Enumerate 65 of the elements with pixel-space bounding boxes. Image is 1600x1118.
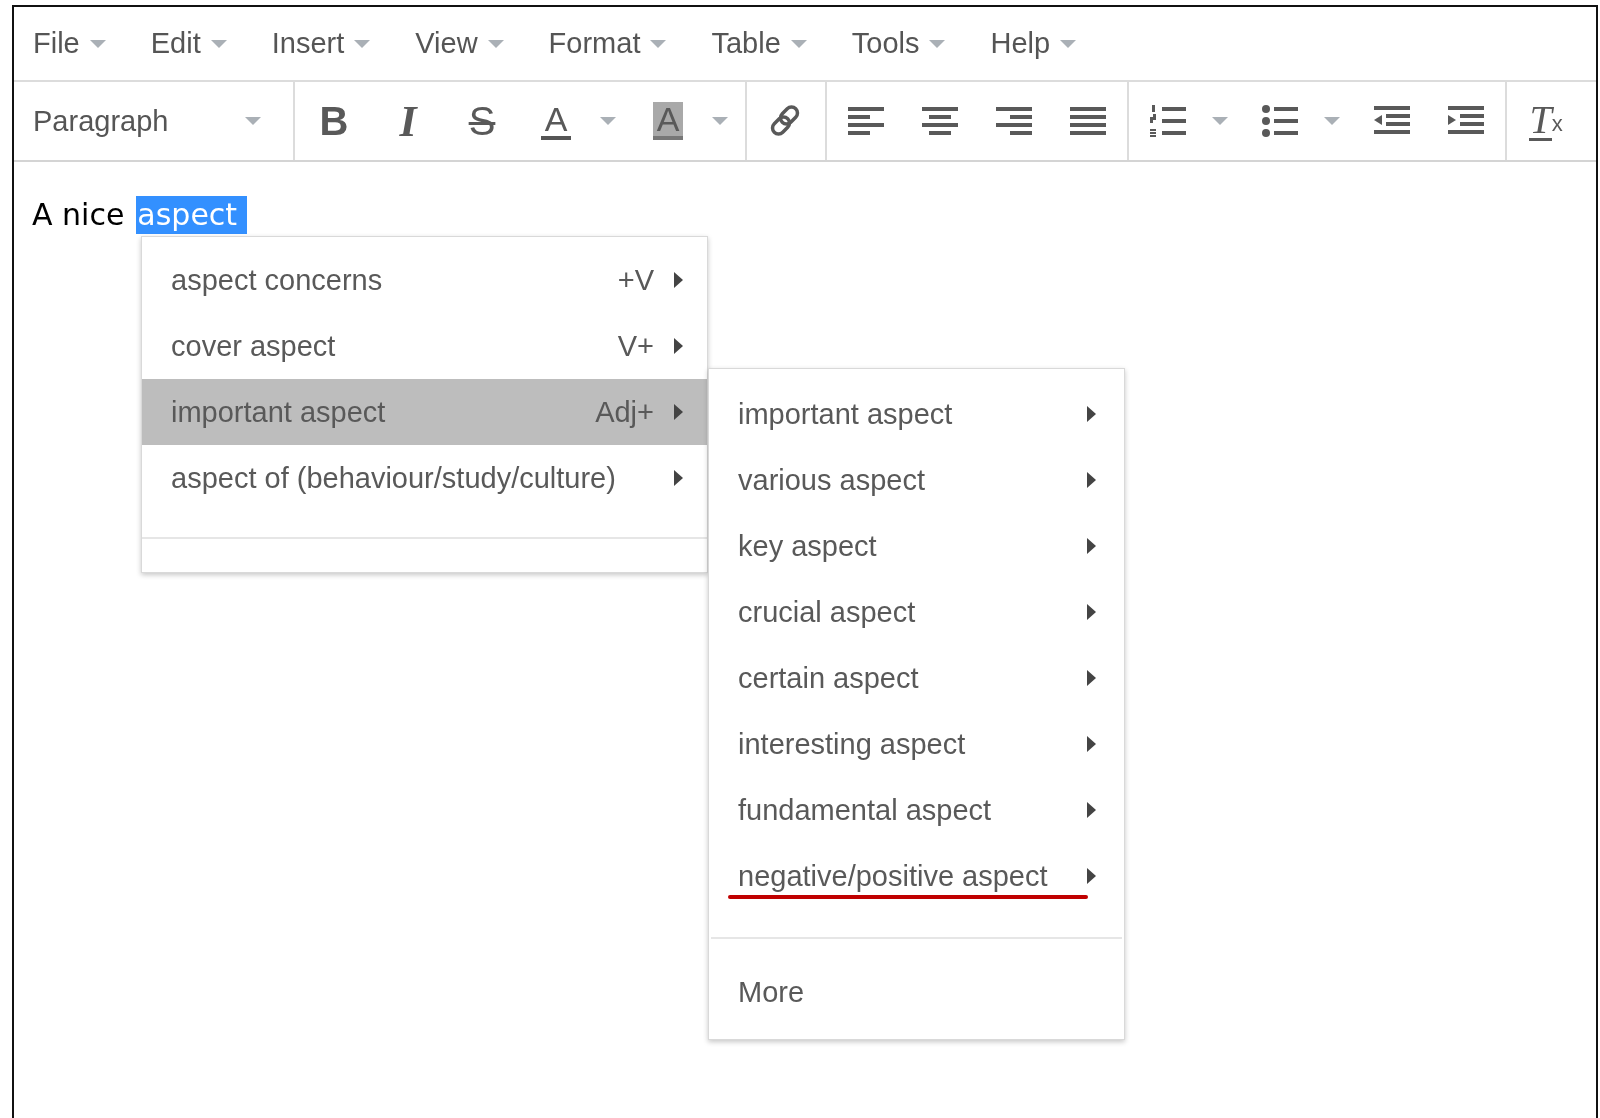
caret-icon — [1087, 736, 1096, 752]
menu-item[interactable]: negative/positive aspect — [709, 843, 1124, 909]
clear-formatting-button[interactable]: Tx — [1509, 91, 1583, 151]
strikethrough-button[interactable]: S — [445, 91, 519, 151]
menu-item[interactable]: important aspect — [709, 381, 1124, 447]
caret-icon — [1324, 117, 1340, 125]
menu-item[interactable]: fundamental aspect — [709, 777, 1124, 843]
menu-button[interactable]: Format — [548, 27, 667, 60]
menu-button[interactable]: Insert — [271, 27, 371, 60]
numbered-list-icon — [1150, 105, 1186, 137]
menu-item[interactable]: various aspect — [709, 447, 1124, 513]
menu-button[interactable]: Edit — [150, 27, 227, 60]
caret-icon — [674, 470, 683, 486]
caret-icon — [929, 39, 946, 48]
caret-icon — [674, 404, 683, 420]
italic-button[interactable]: I — [371, 91, 445, 151]
caret-icon — [600, 117, 616, 125]
menu-item[interactable]: certain aspect — [709, 645, 1124, 711]
caret-icon — [650, 39, 667, 48]
caret-icon — [1212, 117, 1228, 125]
caret-icon — [487, 39, 504, 48]
caret-icon — [1087, 472, 1096, 488]
justify-icon — [1070, 105, 1106, 137]
caret-icon — [674, 338, 683, 354]
menu-button[interactable]: View — [415, 27, 504, 60]
menu-item[interactable]: interesting aspect — [709, 711, 1124, 777]
indent-icon — [1448, 105, 1484, 137]
menu-button[interactable]: Table — [711, 27, 807, 60]
menu-item[interactable]: aspect of (behaviour/study/culture) — [142, 445, 707, 511]
menu-button[interactable]: Help — [990, 27, 1077, 60]
caret-icon — [1087, 802, 1096, 818]
menu-item[interactable]: crucial aspect — [709, 579, 1124, 645]
bullet-list-icon — [1262, 105, 1298, 137]
align-left-icon — [848, 105, 884, 137]
body-text: A nice — [32, 196, 125, 234]
caret-icon — [1060, 39, 1077, 48]
caret-icon — [354, 39, 371, 48]
caret-icon — [1087, 538, 1096, 554]
bold-button[interactable]: B — [297, 91, 371, 151]
align-center-icon — [922, 105, 958, 137]
caret-icon — [1087, 868, 1096, 884]
menu-item[interactable]: aspect concerns +V — [142, 247, 707, 313]
more-item[interactable]: More — [709, 939, 1124, 1045]
menu-button[interactable]: Tools — [851, 27, 946, 60]
format-select[interactable]: Paragraph — [14, 82, 295, 160]
text-color-button[interactable]: A — [519, 91, 593, 151]
caret-icon — [245, 117, 261, 125]
menu-item[interactable]: important aspect Adj+ — [142, 379, 707, 445]
align-right-icon — [996, 105, 1032, 137]
caret-icon — [712, 117, 728, 125]
outdent-icon — [1374, 105, 1410, 137]
caret-icon — [790, 39, 807, 48]
selected-text: aspect — [136, 196, 248, 234]
caret-icon — [1087, 406, 1096, 422]
shortcut-text: V+ — [617, 329, 654, 363]
shortcut-text: Adj+ — [595, 395, 654, 429]
shortcut-text: +V — [617, 263, 654, 297]
caret-icon — [89, 39, 106, 48]
menu-item[interactable]: key aspect — [709, 513, 1124, 579]
caret-icon — [210, 39, 227, 48]
menu-item[interactable]: cover aspect V+ — [142, 313, 707, 379]
menu-button[interactable]: File — [33, 27, 106, 60]
caret-icon — [1087, 670, 1096, 686]
caret-icon — [674, 272, 683, 288]
caret-icon — [1087, 604, 1096, 620]
